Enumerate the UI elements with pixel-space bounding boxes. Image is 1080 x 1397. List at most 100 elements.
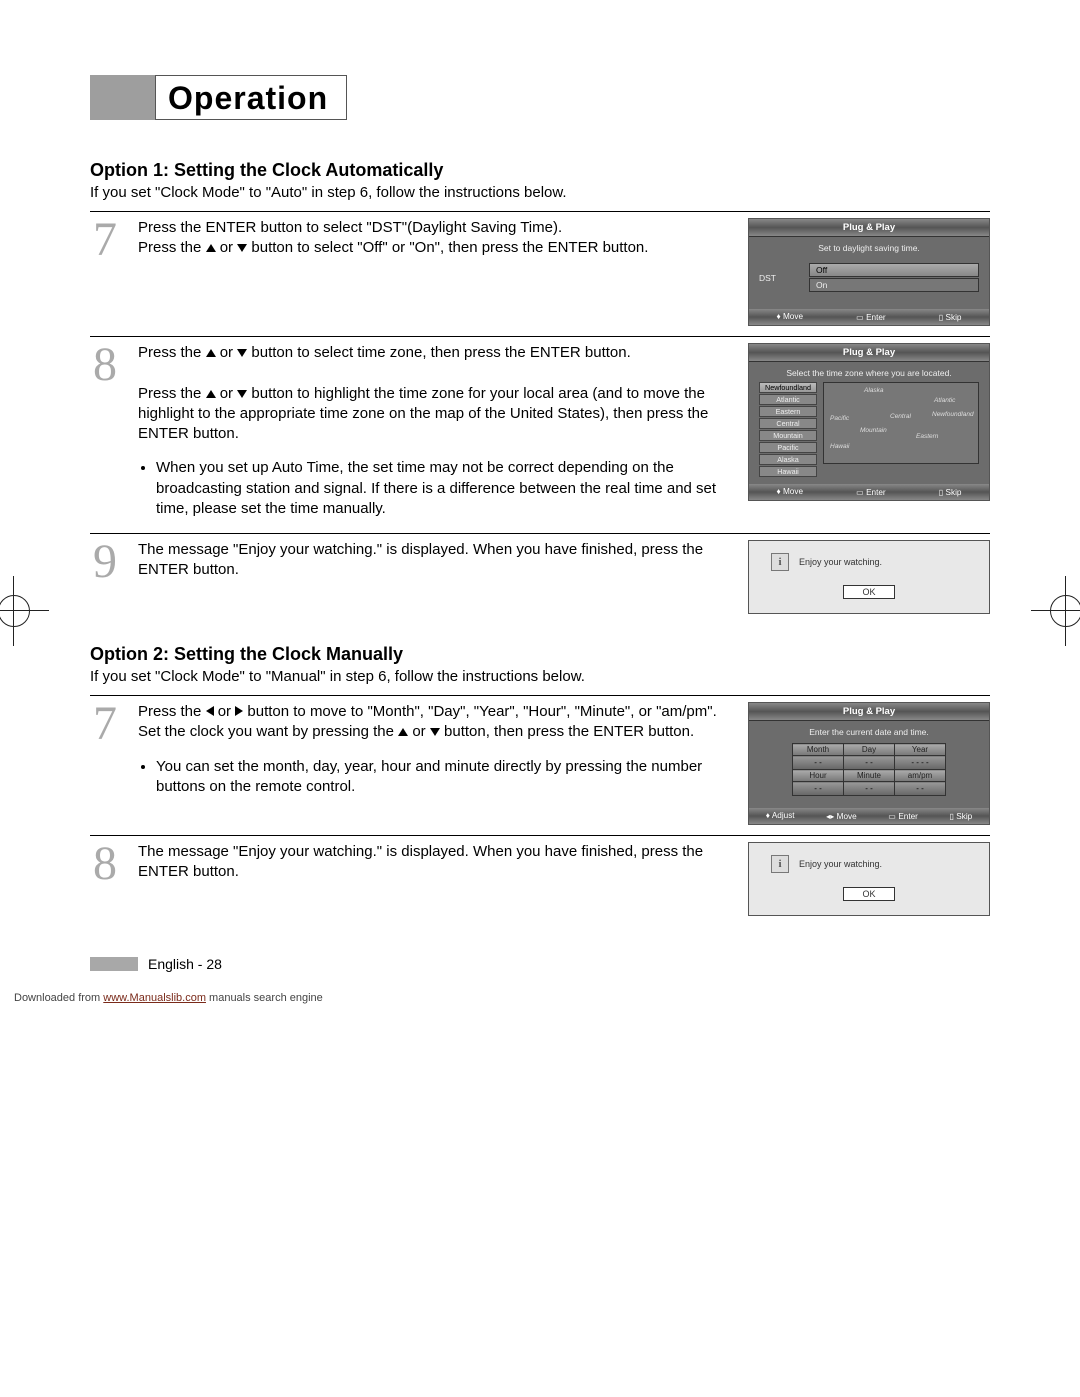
osd-body: Set to daylight saving time. DST Off On [749, 237, 989, 309]
hint-move: ♦ Move [777, 312, 803, 322]
text: Press the [138, 703, 206, 720]
date-input-grid[interactable]: Month Day Year - - - - - - - - Hour Minu… [792, 743, 946, 796]
tz-item[interactable]: Pacific [759, 442, 817, 453]
tz-item[interactable]: Eastern [759, 406, 817, 417]
tz-item[interactable]: Alaska [759, 454, 817, 465]
text: or [220, 344, 238, 361]
tz-item[interactable]: Newfoundland [759, 382, 817, 393]
info-icon: i [771, 855, 789, 873]
step-number: 8 [90, 842, 120, 916]
dl-post: manuals search engine [206, 992, 323, 1004]
crop-mark-left [0, 595, 30, 627]
step-number: 9 [90, 540, 120, 614]
osd-help-text: Enter the current date and time. [759, 727, 979, 737]
text: Press the ENTER button to select "DST"(D… [138, 219, 562, 236]
download-attribution: Downloaded from www.Manualslib.com manua… [14, 992, 323, 1004]
hint-skip: ▯ Skip [939, 487, 962, 497]
osd-help-text: Select the time zone where you are locat… [759, 368, 979, 378]
page-title: Operation [155, 75, 347, 120]
info-icon: i [771, 553, 789, 571]
day-value[interactable]: - - [844, 756, 895, 770]
tz-item[interactable]: Central [759, 418, 817, 429]
step-a8: 8 Press the or button to select time zon… [90, 336, 990, 523]
tz-item[interactable]: Hawaii [759, 466, 817, 477]
page-number: English - 28 [148, 956, 222, 972]
ampm-value[interactable]: - - [895, 782, 946, 796]
timezone-list[interactable]: Newfoundland Atlantic Eastern Central Mo… [759, 382, 817, 478]
option1-heading: Option 1: Setting the Clock Automaticall… [90, 160, 990, 181]
osd-body: Select the time zone where you are locat… [749, 362, 989, 484]
text: or [220, 239, 238, 256]
col-header: Year [895, 744, 946, 756]
osd-footer: ♦ Adjust ◂▸ Move ▭ Enter ▯ Skip [749, 808, 989, 824]
step-text: Press the ENTER button to select "DST"(D… [138, 218, 730, 326]
ok-button[interactable]: OK [843, 887, 894, 901]
hour-value[interactable]: - - [793, 782, 844, 796]
manualslib-link[interactable]: www.Manualslib.com [103, 992, 206, 1004]
text: or [218, 703, 236, 720]
osd-title: Plug & Play [749, 703, 989, 721]
right-arrow-icon [235, 706, 243, 716]
step-b8: 8 The message "Enjoy your watching." is … [90, 835, 990, 916]
tz-item[interactable]: Atlantic [759, 394, 817, 405]
col-header: Hour [793, 770, 844, 782]
dst-option-on[interactable]: On [809, 278, 979, 292]
page-footer: English - 28 [90, 956, 990, 972]
dialog-message: Enjoy your watching. [799, 557, 882, 567]
text: Press the [138, 239, 206, 256]
text: Press the [138, 344, 206, 361]
up-arrow-icon [206, 349, 216, 357]
crop-mark-right [1050, 595, 1080, 627]
down-arrow-icon [237, 349, 247, 357]
left-arrow-icon [206, 706, 214, 716]
tz-item[interactable]: Mountain [759, 430, 817, 441]
minute-value[interactable]: - - [844, 782, 895, 796]
text: button to select "Off" or "On", then pre… [251, 239, 648, 256]
ok-button[interactable]: OK [843, 585, 894, 599]
title-bar: Operation [90, 75, 990, 120]
enjoy-dialog: i Enjoy your watching. OK [748, 540, 990, 614]
footer-accent [90, 957, 138, 971]
option2-intro: If you set "Clock Mode" to "Manual" in s… [90, 668, 990, 685]
step-text: The message "Enjoy your watching." is di… [138, 540, 730, 614]
text: button, then press the ENTER button. [444, 723, 694, 740]
hint-enter: ▭ Enter [856, 487, 886, 497]
hint-move: ♦ Move [777, 487, 803, 497]
osd-dst-panel: Plug & Play Set to daylight saving time.… [748, 218, 990, 326]
col-header: Day [844, 744, 895, 756]
text: or [220, 385, 238, 402]
text: button to move to "Month", "Day", "Year"… [247, 703, 716, 720]
map-label: Pacific [830, 415, 849, 422]
osd-clockset-panel: Plug & Play Enter the current date and t… [748, 702, 990, 825]
osd-footer: ♦ Move ▭ Enter ▯ Skip [749, 484, 989, 500]
osd-title: Plug & Play [749, 344, 989, 362]
up-arrow-icon [398, 728, 408, 736]
step-text: Press the or button to select time zone,… [138, 343, 730, 523]
year-value[interactable]: - - - - [895, 756, 946, 770]
dialog-message: Enjoy your watching. [799, 859, 882, 869]
up-arrow-icon [206, 244, 216, 252]
dst-label: DST [759, 273, 809, 283]
map-label: Central [890, 413, 911, 420]
hint-enter: ▭ Enter [888, 811, 918, 821]
text: button to select time zone, then press t… [251, 344, 630, 361]
option2-heading: Option 2: Setting the Clock Manually [90, 644, 990, 665]
col-header: am/pm [895, 770, 946, 782]
col-header: Minute [844, 770, 895, 782]
up-arrow-icon [206, 390, 216, 398]
note-bullet: You can set the month, day, year, hour a… [156, 757, 730, 798]
text: Press the [138, 385, 206, 402]
note-bullet: When you set up Auto Time, the set time … [156, 458, 730, 519]
osd-body: Enter the current date and time. Month D… [749, 721, 989, 808]
hint-enter: ▭ Enter [856, 312, 886, 322]
step-text: The message "Enjoy your watching." is di… [138, 842, 730, 916]
step-text: Press the or button to move to "Month", … [138, 702, 730, 825]
col-header: Month [793, 744, 844, 756]
step-b7: 7 Press the or button to move to "Month"… [90, 695, 990, 825]
step-number: 8 [90, 343, 120, 523]
dst-option-off[interactable]: Off [809, 263, 979, 277]
osd-help-text: Set to daylight saving time. [759, 243, 979, 253]
map-label: Atlantic [934, 397, 955, 404]
month-value[interactable]: - - [793, 756, 844, 770]
hint-move: ◂▸ Move [826, 811, 857, 821]
